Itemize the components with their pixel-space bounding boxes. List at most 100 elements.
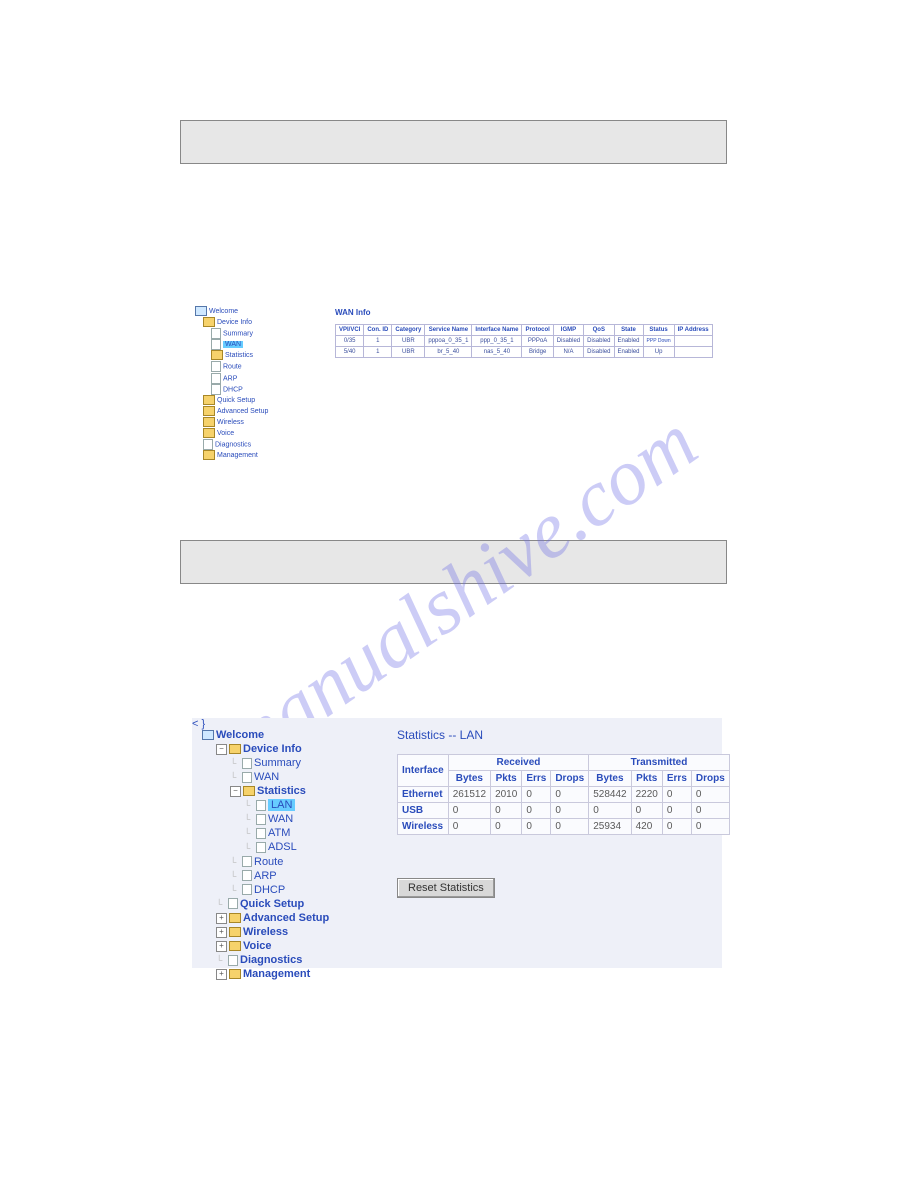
- tree-wan[interactable]: └WAN: [202, 770, 382, 784]
- col-vpivci: VPI/VCI: [336, 325, 364, 336]
- tree-label: Advanced Setup: [217, 408, 268, 415]
- tree-label: WAN: [268, 813, 293, 825]
- tree-dhcp[interactable]: DHCP: [195, 384, 315, 395]
- tree-advanced-setup[interactable]: + Advanced Setup: [202, 911, 382, 925]
- tree-route[interactable]: └Route: [202, 855, 382, 869]
- cell-iface: USB: [398, 803, 449, 819]
- col-igmp: IGMP: [553, 325, 583, 336]
- tree-line: └: [216, 953, 228, 967]
- cell: [674, 336, 712, 347]
- cell: 0: [448, 803, 490, 819]
- cell: 0: [631, 803, 662, 819]
- tree-management[interactable]: Management: [195, 450, 315, 461]
- cell: 1: [364, 336, 392, 347]
- tree-quick-setup[interactable]: Quick Setup: [195, 395, 315, 406]
- tree-label: Route: [223, 364, 242, 371]
- folder-icon: [203, 317, 215, 327]
- tree-summary[interactable]: Summary: [195, 328, 315, 339]
- tree-label: Quick Setup: [240, 898, 304, 910]
- folder-icon: [203, 406, 215, 416]
- expand-icon[interactable]: +: [216, 913, 227, 924]
- cell: 0: [691, 819, 729, 835]
- expand-icon[interactable]: +: [216, 927, 227, 938]
- cell: ppp_0_35_1: [472, 336, 522, 347]
- tree-summary[interactable]: └Summary: [202, 756, 382, 770]
- collapse-icon[interactable]: −: [216, 744, 227, 755]
- wan-info-title: WAN Info: [335, 308, 371, 317]
- tree-voice[interactable]: +Voice: [202, 939, 382, 953]
- reset-statistics-button[interactable]: Reset Statistics: [397, 878, 495, 898]
- folder-icon: [203, 428, 215, 438]
- col-bytes: Bytes: [589, 771, 631, 787]
- tree-wan[interactable]: WAN: [195, 339, 315, 350]
- folder-icon: [243, 786, 255, 796]
- expand-icon[interactable]: +: [216, 969, 227, 980]
- cell: Disabled: [584, 347, 614, 358]
- col-drops: Drops: [691, 771, 729, 787]
- cell: 1: [364, 347, 392, 358]
- tree-wireless[interactable]: +Wireless: [202, 925, 382, 939]
- tree-label: Diagnostics: [215, 441, 251, 448]
- cell: 25934: [589, 819, 631, 835]
- tree-atm[interactable]: └ATM: [202, 826, 382, 840]
- tree-diagnostics[interactable]: └Diagnostics: [202, 953, 382, 967]
- stats-lan-screenshot: Welcome −Device Info └Summary └ WAN − Stat…: [192, 718, 722, 968]
- tree-label: Summary: [223, 330, 253, 337]
- tree-label: Statistics: [257, 785, 306, 797]
- tree-label: Management: [217, 452, 258, 459]
- tree-quick-setup[interactable]: └Quick Setup: [202, 897, 382, 911]
- tree-diagnostics[interactable]: Diagnostics: [195, 439, 315, 450]
- tree-advanced-setup[interactable]: Advanced Setup: [195, 406, 315, 417]
- tree-lan[interactable]: └LAN: [202, 798, 382, 812]
- nav-tree-lan: Welcome −Device Info └Summary └ WAN − Stat…: [202, 728, 382, 981]
- tree-label: ARP: [223, 375, 237, 382]
- col-ip: IP Address: [674, 325, 712, 336]
- tree-management[interactable]: +Management: [202, 967, 382, 981]
- tree-adsl[interactable]: └ADSL: [202, 840, 382, 854]
- cell: 0: [662, 819, 691, 835]
- page-icon: [228, 955, 238, 966]
- cell: Bridge: [522, 347, 553, 358]
- tree-label: ADSL: [268, 841, 297, 853]
- cell: 0: [522, 819, 551, 835]
- tree-route[interactable]: Route: [195, 361, 315, 372]
- folder-icon: [203, 417, 215, 427]
- tree-statistics[interactable]: − Statistics: [202, 784, 382, 798]
- cell: 261512: [448, 787, 490, 803]
- monitor-icon: [202, 730, 214, 740]
- cell-iface: Ethernet: [398, 787, 449, 803]
- cell: 0: [522, 787, 551, 803]
- tree-label: Wireless: [217, 419, 244, 426]
- cell: br_5_40: [425, 347, 472, 358]
- tree-stat-wan[interactable]: └ WAN: [202, 812, 382, 826]
- tree-line: └: [244, 812, 256, 826]
- cell: UBR: [392, 347, 425, 358]
- tree-welcome[interactable]: Welcome: [202, 728, 382, 742]
- tree-label-selected: LAN: [268, 799, 295, 811]
- tree-device-info[interactable]: Device Info: [195, 317, 315, 328]
- col-bytes: Bytes: [448, 771, 490, 787]
- cell: 0: [522, 803, 551, 819]
- tree-dhcp[interactable]: └ DHCP: [202, 883, 382, 897]
- tree-label: Advanced Setup: [243, 912, 329, 924]
- wan-info-table: VPI/VCI Con. ID Category Service Name In…: [335, 324, 713, 358]
- cell: PPPoA: [522, 336, 553, 347]
- tree-label: Welcome: [216, 729, 264, 741]
- collapse-icon[interactable]: −: [230, 786, 241, 797]
- cell: 528442: [589, 787, 631, 803]
- tree-arp[interactable]: └ARP: [202, 869, 382, 883]
- col-received: Received: [448, 755, 589, 771]
- cell: 0: [491, 819, 522, 835]
- col-errs: Errs: [662, 771, 691, 787]
- expand-icon[interactable]: +: [216, 941, 227, 952]
- folder-icon: [211, 350, 223, 360]
- tree-voice[interactable]: Voice: [195, 428, 315, 439]
- tree-device-info[interactable]: −Device Info: [202, 742, 382, 756]
- tree-line: └: [230, 883, 242, 897]
- tree-wireless[interactable]: Wireless: [195, 417, 315, 428]
- tree-label: DHCP: [254, 884, 285, 896]
- tree-arp[interactable]: ARP: [195, 373, 315, 384]
- tree-welcome[interactable]: Welcome: [195, 306, 315, 317]
- folder-icon: [229, 927, 241, 937]
- tree-statistics[interactable]: Statistics: [195, 350, 315, 361]
